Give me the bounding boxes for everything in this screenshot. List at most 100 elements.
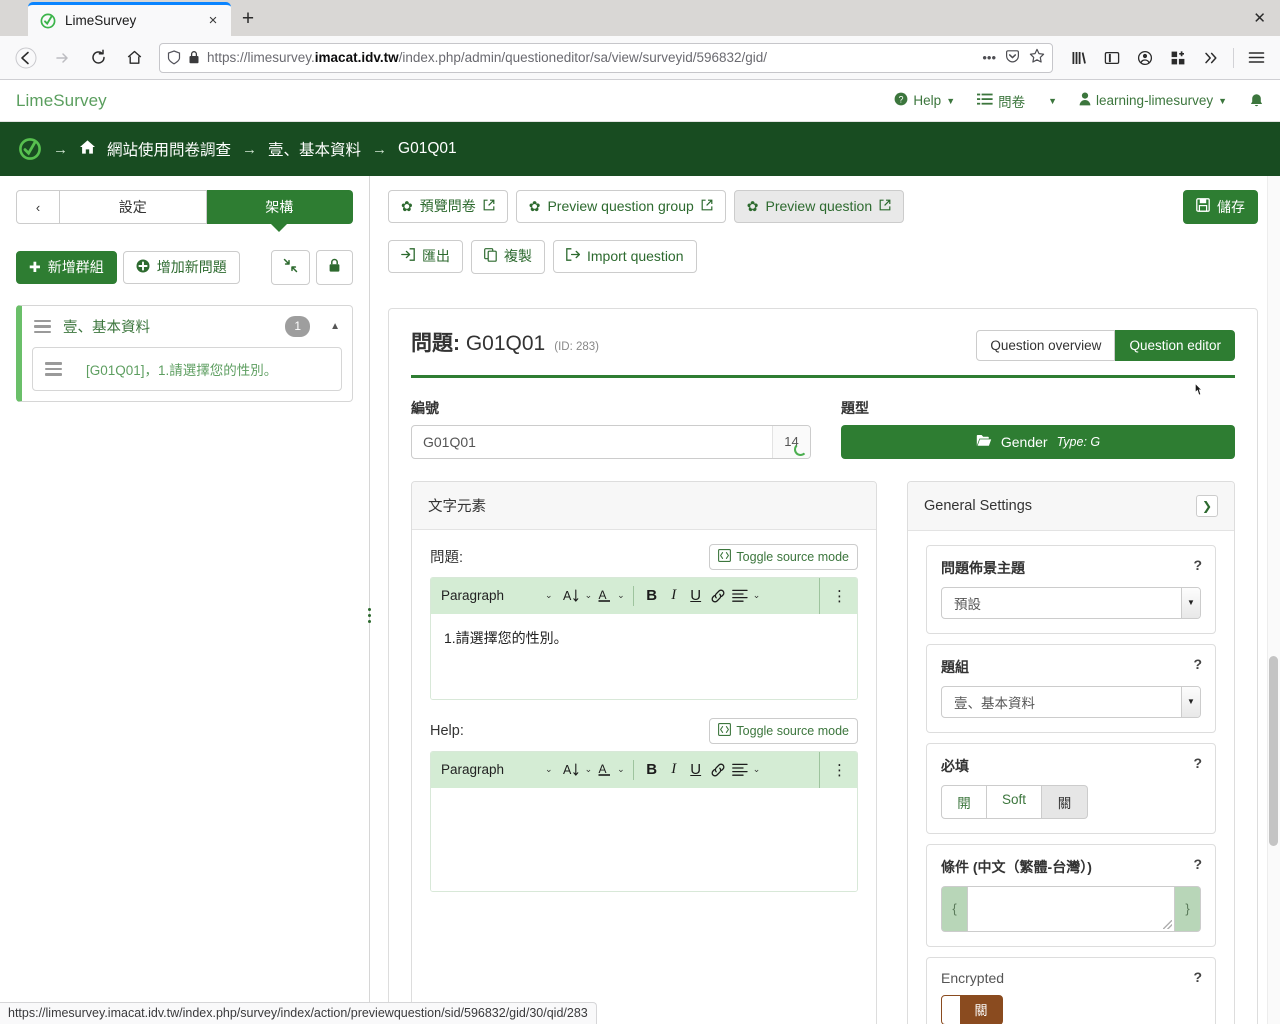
italic-icon[interactable]: I: [664, 757, 684, 783]
preview-survey-button[interactable]: ✿ 預覽問卷: [388, 190, 508, 223]
chevron-down-icon[interactable]: ⌄: [617, 590, 625, 601]
preview-question-button[interactable]: ✿ Preview question: [733, 190, 905, 223]
font-color-icon[interactable]: A: [594, 583, 614, 609]
collapse-all-button[interactable]: [271, 250, 310, 285]
chevron-up-icon[interactable]: ▲: [330, 321, 340, 332]
chevron-down-icon[interactable]: ⌄: [753, 590, 761, 601]
extensions-icon[interactable]: [1163, 43, 1193, 73]
italic-icon[interactable]: I: [664, 583, 684, 609]
link-icon[interactable]: [708, 757, 728, 783]
home-button-icon[interactable]: [117, 42, 151, 74]
help-rich-editor[interactable]: Paragraph ⌄ A ⌄ A ⌄ B I U ⌄ ⋮: [430, 750, 858, 892]
align-icon[interactable]: [730, 757, 750, 783]
help-marker-icon[interactable]: ?: [1193, 557, 1202, 573]
menu-icon[interactable]: [1241, 43, 1271, 73]
drag-handle-icon[interactable]: [34, 319, 51, 334]
url-bar[interactable]: https://limesurvey.imacat.idv.tw/index.p…: [159, 42, 1053, 73]
paragraph-format-dropdown[interactable]: Paragraph ⌄: [441, 588, 559, 603]
question-theme-select[interactable]: 預設 ▼: [941, 586, 1201, 619]
more-options-icon[interactable]: ⋮: [819, 577, 847, 614]
help-marker-icon[interactable]: ?: [1193, 969, 1202, 985]
mandatory-option-off[interactable]: 關: [1042, 784, 1089, 819]
mandatory-option-soft[interactable]: Soft: [987, 784, 1043, 819]
add-group-button[interactable]: ✚ 新增群組: [16, 251, 117, 284]
mandatory-option-on[interactable]: 開: [941, 784, 987, 819]
link-icon[interactable]: [708, 583, 728, 609]
question-code-input[interactable]: [412, 433, 772, 450]
group-header[interactable]: 壹、基本資料 1 ▲: [22, 306, 352, 347]
font-size-icon[interactable]: A: [561, 583, 582, 609]
chevron-down-icon[interactable]: ⌄: [617, 764, 625, 775]
copy-button[interactable]: 複製: [471, 239, 545, 274]
lock-icon[interactable]: [188, 50, 200, 65]
app-logo[interactable]: LimeSurvey: [16, 91, 107, 111]
align-icon[interactable]: [730, 583, 750, 609]
reload-button-icon[interactable]: [81, 42, 115, 74]
shield-icon[interactable]: [167, 50, 181, 65]
question-code-input-wrapper[interactable]: 14: [411, 424, 811, 459]
preview-question-group-button[interactable]: ✿ Preview question group: [515, 190, 726, 223]
limesurvey-icon[interactable]: [18, 137, 42, 161]
page-actions-icon[interactable]: •••: [982, 50, 996, 65]
breadcrumb-item-survey[interactable]: 網站使用問卷調查: [107, 138, 231, 160]
nav-surveys[interactable]: 問卷 ▼: [977, 91, 1057, 111]
save-button[interactable]: 儲存: [1183, 190, 1258, 224]
page-scrollbar[interactable]: [1267, 176, 1280, 1024]
more-options-icon[interactable]: ⋮: [819, 751, 847, 788]
home-icon[interactable]: [79, 139, 96, 160]
condition-textarea[interactable]: [967, 885, 1175, 932]
question-group-select[interactable]: 壹、基本資料 ▼: [941, 685, 1201, 718]
chevron-down-icon[interactable]: ⌄: [585, 764, 593, 775]
toggle-source-mode-help-button[interactable]: Toggle source mode: [709, 717, 858, 744]
font-size-icon[interactable]: A: [561, 757, 582, 783]
tab-question-overview[interactable]: Question overview: [976, 329, 1116, 361]
chevron-right-icon[interactable]: ❯: [1196, 494, 1218, 517]
back-button-icon[interactable]: [9, 42, 43, 74]
export-button[interactable]: 匯出: [388, 239, 463, 273]
window-close-icon[interactable]: ✕: [1253, 9, 1266, 27]
question-rich-editor[interactable]: Paragraph ⌄ A ⌄ A ⌄ B I U ⌄ ⋮ 1.請選擇您的性別。: [430, 576, 858, 700]
breadcrumb-item-group[interactable]: 壹、基本資料: [268, 138, 361, 160]
url-text[interactable]: https://limesurvey.imacat.idv.tw/index.p…: [207, 50, 975, 65]
sidebar-tab-settings[interactable]: 設定: [60, 190, 207, 224]
library-icon[interactable]: [1064, 43, 1094, 73]
sidebar-tab-structure[interactable]: 架構: [206, 190, 353, 224]
drag-handle-icon[interactable]: [45, 362, 62, 376]
tab-question-editor[interactable]: Question editor: [1115, 329, 1235, 361]
chevron-down-icon[interactable]: ▼: [1048, 96, 1057, 106]
help-editor-content[interactable]: [431, 787, 857, 891]
toggle-source-mode-question-button[interactable]: Toggle source mode: [709, 543, 858, 570]
tab-close-icon[interactable]: ×: [203, 11, 223, 31]
account-icon[interactable]: [1130, 43, 1160, 73]
underline-icon[interactable]: U: [686, 583, 706, 609]
browser-tab[interactable]: LimeSurvey ×: [28, 2, 231, 36]
sidebar-collapse-button[interactable]: ‹: [16, 190, 60, 224]
help-marker-icon[interactable]: ?: [1193, 856, 1202, 872]
pocket-icon[interactable]: [1005, 49, 1020, 67]
sidebar-icon[interactable]: [1097, 43, 1127, 73]
bell-icon[interactable]: [1249, 93, 1264, 109]
resize-handle-icon[interactable]: [1163, 919, 1172, 929]
question-type-button[interactable]: Gender Type: G: [841, 424, 1235, 459]
nav-help[interactable]: ? Help ▼: [894, 92, 955, 109]
breadcrumb-item-question[interactable]: G01Q01: [398, 140, 457, 158]
chevron-down-icon[interactable]: ⌄: [753, 764, 761, 775]
scrollbar-thumb[interactable]: [1269, 656, 1278, 846]
star-icon[interactable]: [1029, 48, 1045, 67]
bold-icon[interactable]: B: [642, 583, 662, 609]
new-tab-button[interactable]: +: [231, 2, 265, 36]
question-editor-content[interactable]: 1.請選擇您的性別。: [431, 613, 857, 699]
import-question-button[interactable]: Import question: [553, 239, 697, 273]
help-marker-icon[interactable]: ?: [1193, 755, 1202, 771]
lock-button[interactable]: [316, 250, 353, 285]
overflow-icon[interactable]: [1196, 43, 1226, 73]
bold-icon[interactable]: B: [642, 757, 662, 783]
font-color-icon[interactable]: A: [594, 757, 614, 783]
list-item[interactable]: [G01Q01]，1.請選擇您的性別。: [32, 346, 342, 391]
paragraph-format-dropdown[interactable]: Paragraph ⌄: [441, 762, 559, 777]
chevron-down-icon[interactable]: ⌄: [585, 590, 593, 601]
add-question-button[interactable]: 增加新問題: [122, 250, 240, 285]
help-marker-icon[interactable]: ?: [1193, 656, 1202, 672]
encrypted-toggle[interactable]: 關: [941, 994, 1003, 1024]
underline-icon[interactable]: U: [686, 757, 706, 783]
